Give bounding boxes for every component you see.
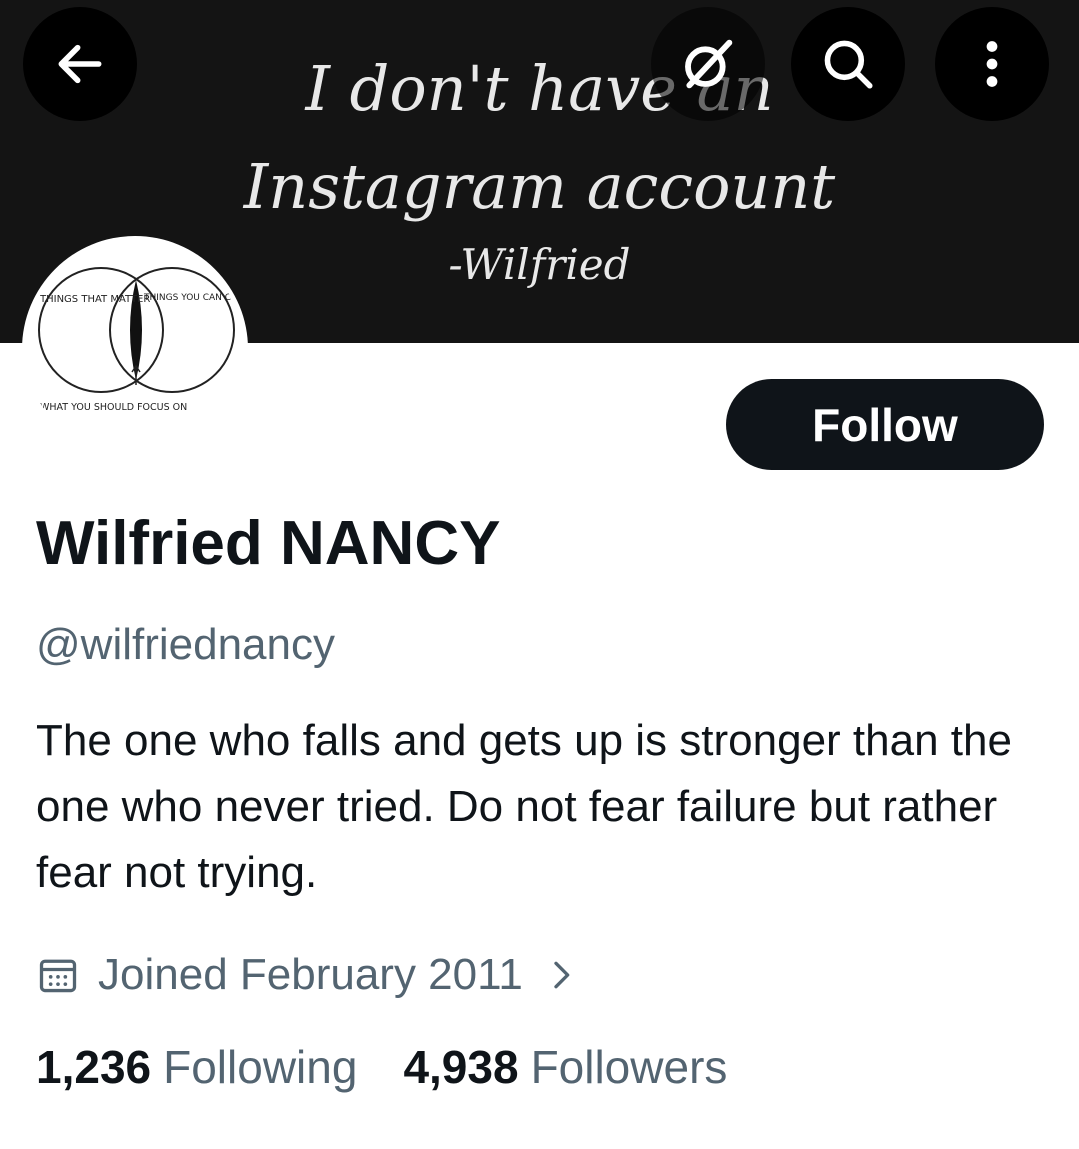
following-stat[interactable]: 1,236 Following — [36, 1040, 357, 1094]
banner-line-2: Instagram account — [243, 150, 836, 223]
following-label: Following — [163, 1041, 358, 1093]
avatar-label-bottom: WHAT YOU SHOULD FOCUS ON — [40, 402, 187, 413]
followers-label: Followers — [530, 1041, 728, 1093]
back-button[interactable] — [23, 7, 137, 121]
joined-date[interactable]: Joined February 2011 — [36, 945, 581, 1005]
grok-button[interactable] — [651, 7, 765, 121]
display-name: Wilfried NANCY — [36, 509, 501, 578]
following-count: 1,236 — [36, 1041, 152, 1093]
follow-stats: 1,236 Following 4,938 Followers — [36, 1040, 727, 1094]
profile-handle: @wilfriednancy — [36, 620, 335, 669]
avatar[interactable]: THINGS THAT MATTER THINGS YOU CAN CONTRO… — [26, 240, 244, 458]
avatar-venn-drawing: THINGS THAT MATTER THINGS YOU CAN CONTRO… — [26, 240, 244, 458]
grok-icon — [685, 39, 733, 89]
more-options-button[interactable] — [935, 7, 1049, 121]
back-arrow-icon — [58, 44, 102, 84]
avatar-label-right: THINGS YOU CAN CONTROL — [143, 293, 244, 303]
followers-count: 4,938 — [403, 1041, 519, 1093]
follow-button[interactable]: Follow — [726, 379, 1044, 470]
banner-line-1: I don't have an — [305, 52, 774, 125]
more-vertical-icon — [986, 41, 998, 87]
profile-bio: The one who falls and gets up is stronge… — [36, 716, 1012, 897]
joined-text: Joined February 2011 — [98, 950, 523, 999]
calendar-icon — [39, 959, 77, 993]
followers-stat[interactable]: 4,938 Followers — [403, 1040, 727, 1094]
avatar-label-left: THINGS THAT MATTER — [39, 294, 150, 305]
chevron-right-icon — [554, 961, 570, 989]
search-icon — [824, 40, 873, 89]
search-button[interactable] — [791, 7, 905, 121]
